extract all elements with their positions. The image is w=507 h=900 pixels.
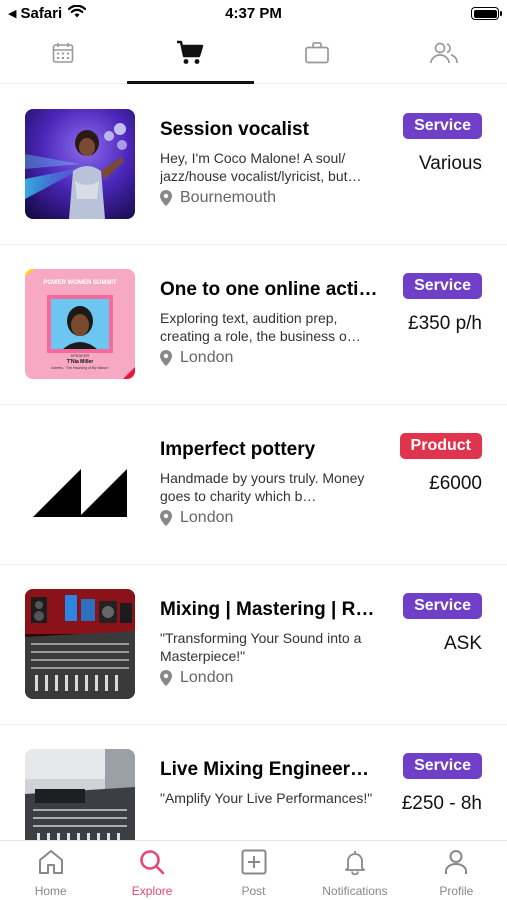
bell-icon xyxy=(341,849,369,880)
nav-post[interactable]: Post xyxy=(203,841,304,900)
listing-price: £350 p/h xyxy=(408,313,482,334)
location-label: London xyxy=(180,349,234,366)
listing-location: London xyxy=(160,349,233,367)
nav-home-label: Home xyxy=(34,884,67,898)
thumb-name: T'Nia Miller xyxy=(66,359,94,365)
cart-icon xyxy=(176,40,204,71)
location-pin-icon xyxy=(160,190,172,206)
search-icon xyxy=(138,849,166,880)
home-icon xyxy=(37,849,65,880)
category-tabs xyxy=(0,28,507,84)
location-pin-icon xyxy=(160,510,172,526)
type-badge: Service xyxy=(403,113,482,139)
tab-marketplace[interactable] xyxy=(126,28,254,84)
listing-description: Hey, I'm Coco Malone! A soul/ jazz/house… xyxy=(160,150,362,184)
listing-description: "Amplify Your Live Performances!" xyxy=(160,790,373,806)
listing-price: £250 - 8h xyxy=(401,793,482,814)
listing-title: Session vocalist xyxy=(160,119,309,140)
location-label: Bournemouth xyxy=(180,189,277,206)
listing-thumbnail xyxy=(25,749,135,840)
briefcase-icon xyxy=(304,41,330,70)
location-pin-icon xyxy=(160,350,172,366)
type-badge: Service xyxy=(403,753,482,779)
listings-list: Session vocalist Hey, I'm Coco Malone! A… xyxy=(0,85,507,840)
nav-notifications[interactable]: Notifications xyxy=(304,841,405,900)
tab-people[interactable] xyxy=(380,28,507,83)
plus-square-icon xyxy=(240,849,268,880)
thumb-banner: POWER WOMEN SUMMIT xyxy=(43,280,117,286)
listing-card[interactable]: POWER WOMEN SUMMIT SPEAKER T'Nia Miller … xyxy=(0,245,507,405)
people-icon xyxy=(429,41,459,70)
location-label: London xyxy=(180,509,234,526)
listing-card[interactable]: Live Mixing Engineer… "Amplify Your Live… xyxy=(0,725,507,840)
tab-events[interactable] xyxy=(0,28,127,83)
bottom-nav: Home Explore Post Notifications Profile xyxy=(0,840,507,900)
listing-card[interactable]: Imperfect pottery Handmade by yours trul… xyxy=(0,405,507,565)
listing-description: Handmade by yours truly. Money goes to c… xyxy=(160,470,365,504)
location-label: London xyxy=(180,669,234,686)
person-icon xyxy=(442,849,470,880)
listing-title: Imperfect pottery xyxy=(160,439,316,460)
type-badge: Product xyxy=(399,433,482,459)
listing-thumbnail xyxy=(25,589,135,699)
calendar-icon xyxy=(51,41,75,70)
listing-location: Bournemouth xyxy=(160,189,276,207)
nav-notifications-label: Notifications xyxy=(322,884,388,898)
listing-thumbnail xyxy=(25,109,135,219)
nav-home[interactable]: Home xyxy=(0,841,101,900)
listing-location: London xyxy=(160,509,233,527)
nav-profile[interactable]: Profile xyxy=(406,841,507,900)
clock: 4:37 PM xyxy=(225,5,282,22)
listing-price: Various xyxy=(418,153,482,174)
listing-price: ASK xyxy=(443,633,482,654)
listing-description: Exploring text, audition prep, creating … xyxy=(160,310,361,344)
status-bar: ◀ Safari 4:37 PM xyxy=(0,0,507,28)
thumb-caption: Actress, "The Haunting of Bly Manor" xyxy=(51,366,109,370)
type-badge: Service xyxy=(403,273,482,299)
tab-jobs[interactable] xyxy=(254,28,381,83)
listing-price: £6000 xyxy=(429,473,482,494)
listing-card[interactable]: Session vocalist Hey, I'm Coco Malone! A… xyxy=(0,85,507,245)
nav-explore-label: Explore xyxy=(131,884,173,898)
listing-description: "Transforming Your Sound into a Masterpi… xyxy=(160,630,362,664)
battery-icon xyxy=(471,7,502,20)
listing-card[interactable]: Mixing | Mastering | R… "Transforming Yo… xyxy=(0,565,507,725)
location-pin-icon xyxy=(160,670,172,686)
listing-thumbnail xyxy=(25,429,135,539)
listing-location: London xyxy=(160,669,233,687)
listing-title: One to one online acti… xyxy=(160,279,378,300)
nav-explore[interactable]: Explore xyxy=(101,841,202,900)
thumb-tag: SPEAKER xyxy=(70,353,90,358)
listing-title: Mixing | Mastering | R… xyxy=(160,599,375,620)
nav-post-label: Post xyxy=(241,884,266,898)
type-badge: Service xyxy=(403,593,482,619)
nav-profile-label: Profile xyxy=(439,884,474,898)
listing-thumbnail: POWER WOMEN SUMMIT SPEAKER T'Nia Miller … xyxy=(25,269,135,379)
listing-title: Live Mixing Engineer… xyxy=(160,759,370,780)
